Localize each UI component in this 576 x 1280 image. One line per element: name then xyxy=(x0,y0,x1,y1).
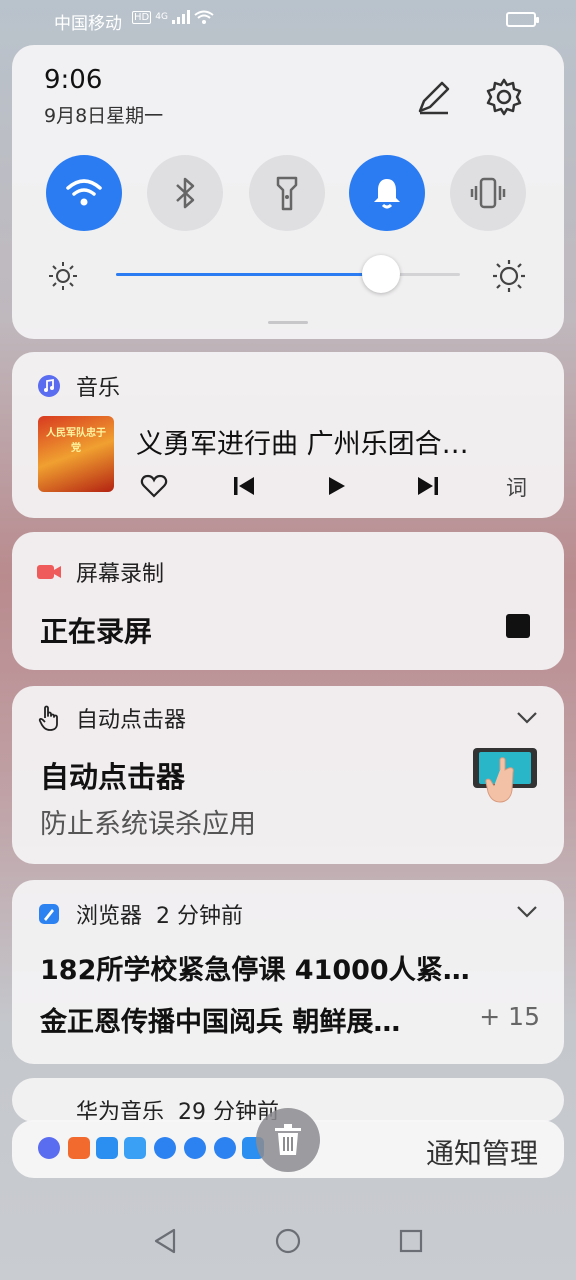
album-cover-text: 人民军队忠于党 xyxy=(46,428,106,454)
brightness-low-icon xyxy=(49,262,77,290)
recording-app-name: 屏幕录制 xyxy=(76,562,165,587)
clear-all-button[interactable] xyxy=(256,1108,320,1172)
vibrate-toggle[interactable] xyxy=(450,155,526,231)
hand-pointer-icon xyxy=(36,705,62,731)
sound-toggle[interactable] xyxy=(349,155,425,231)
lyrics-button[interactable]: 词 xyxy=(506,472,527,502)
chevron-down-icon[interactable] xyxy=(514,898,540,924)
camera-icon xyxy=(36,559,62,585)
browser-mini-icon xyxy=(154,1137,176,1159)
wifi-toggle[interactable] xyxy=(46,155,122,231)
clicker-app-row: 自动点击器 xyxy=(36,702,186,734)
next-icon[interactable] xyxy=(414,472,442,500)
stop-recording-button[interactable] xyxy=(506,614,530,638)
music-app-icon xyxy=(36,373,62,399)
brightness-thumb[interactable] xyxy=(362,255,400,293)
recents-nav-icon[interactable] xyxy=(396,1226,426,1256)
play-icon[interactable] xyxy=(322,472,350,500)
clicker-subtitle: 防止系统误杀应用 xyxy=(40,809,256,840)
huawei-music-app-row: 华为音乐 29 分钟前 xyxy=(76,1094,279,1122)
clock-time: 9:06 xyxy=(44,65,103,95)
flashlight-icon xyxy=(276,176,298,211)
notification-manage-button[interactable]: 通知管理 xyxy=(426,1132,538,1172)
trash-icon xyxy=(275,1124,301,1155)
app-mini-icon xyxy=(96,1137,118,1159)
brightness-row xyxy=(12,255,564,295)
music-app-mini-icon xyxy=(38,1137,60,1159)
status-bar: 中国移动 HD 4G xyxy=(0,0,576,40)
auto-clicker-notification[interactable]: 自动点击器 自动点击器 防止系统误杀应用 xyxy=(12,686,564,864)
screen-recording-notification[interactable]: 屏幕录制 正在录屏 xyxy=(12,532,564,670)
brightness-fill xyxy=(116,273,381,276)
quick-settings-panel: 9:06 9月8日星期一 xyxy=(12,45,564,339)
clock-date: 9月8日星期一 xyxy=(44,105,164,127)
back-nav-icon[interactable] xyxy=(150,1226,180,1256)
song-title: 义勇军进行曲 广州乐团合… xyxy=(136,429,469,460)
flashlight-toggle[interactable] xyxy=(249,155,325,231)
brightness-slider[interactable] xyxy=(116,255,460,293)
browser-app-icon xyxy=(36,901,62,927)
heart-icon[interactable] xyxy=(140,472,168,500)
hd-badge: HD xyxy=(132,10,152,24)
music-notification[interactable]: 音乐 人民军队忠于党 义勇军进行曲 广州乐团合… 词 xyxy=(12,352,564,518)
vibrate-icon xyxy=(470,177,506,209)
album-cover[interactable]: 人民军队忠于党 xyxy=(38,416,114,492)
battery-icon xyxy=(506,12,539,27)
wifi-icon xyxy=(66,179,102,206)
bluetooth-icon xyxy=(176,177,195,209)
browser-notification[interactable]: 浏览器 2 分钟前 182所学校紧急停课 41000人紧… 金正恩传播中国阅兵 … xyxy=(12,880,564,1064)
bell-icon xyxy=(374,179,400,209)
browser-app-row: 浏览器 2 分钟前 xyxy=(36,898,243,930)
signal-icon xyxy=(171,10,190,24)
browser-mini-icon xyxy=(214,1137,236,1159)
edit-icon[interactable] xyxy=(414,77,454,117)
expand-handle[interactable] xyxy=(268,321,308,324)
clicker-app-image xyxy=(473,748,537,803)
music-app-row: 音乐 xyxy=(36,370,120,402)
clicker-title: 自动点击器 xyxy=(40,760,186,794)
signal-indicators: HD 4G xyxy=(132,10,214,24)
app-mini-icon xyxy=(124,1137,146,1159)
app-mini-icon xyxy=(68,1137,90,1159)
network-type: 4G xyxy=(155,12,168,22)
huawei-music-app-name: 华为音乐 xyxy=(76,1100,165,1122)
brightness-high-icon xyxy=(493,260,525,292)
news-headline-1[interactable]: 182所学校紧急停课 41000人紧… xyxy=(40,948,510,987)
browser-app-name: 浏览器 xyxy=(76,904,143,929)
recording-title: 正在录屏 xyxy=(40,615,153,648)
chevron-down-icon[interactable] xyxy=(514,704,540,730)
carrier-label: 中国移动 xyxy=(54,14,122,34)
clicker-app-name: 自动点击器 xyxy=(76,708,187,733)
previous-icon[interactable] xyxy=(230,472,258,500)
recording-app-row: 屏幕录制 xyxy=(36,556,164,588)
browser-mini-icon xyxy=(184,1137,206,1159)
wifi-status-icon xyxy=(194,10,214,24)
more-count-badge: + 15 xyxy=(479,1002,540,1031)
browser-time: 2 分钟前 xyxy=(156,904,244,929)
home-nav-icon[interactable] xyxy=(273,1226,303,1256)
news-headline-2[interactable]: 金正恩传播中国阅兵 朝鲜展… xyxy=(40,1000,464,1039)
gear-icon[interactable] xyxy=(484,77,524,117)
bluetooth-toggle[interactable] xyxy=(147,155,223,231)
music-app-name: 音乐 xyxy=(76,376,121,401)
